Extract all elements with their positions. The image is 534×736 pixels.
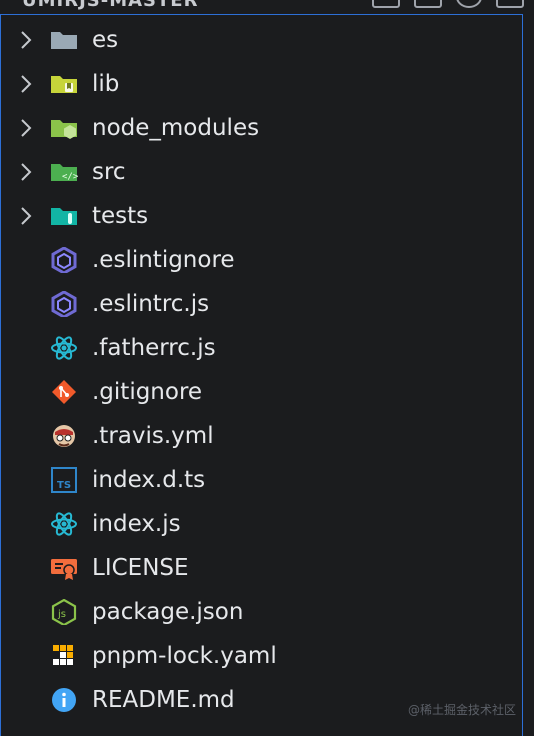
file-label: index.js (92, 511, 181, 537)
folder-lib-icon (49, 71, 79, 97)
folder-test-icon (49, 203, 79, 229)
chevron-right-icon[interactable] (17, 206, 35, 226)
file-row[interactable]: index.js (0, 502, 523, 546)
react-icon (49, 511, 79, 537)
folder-icon (49, 27, 79, 53)
file-explorer: UMIRJS-MASTER es lib node_modules </> src tes… (0, 0, 534, 736)
chevron-right-icon[interactable] (17, 162, 35, 182)
folder-row[interactable]: es (0, 18, 523, 62)
file-row[interactable]: .gitignore (0, 370, 523, 414)
info-icon (49, 687, 79, 713)
git-icon (49, 379, 79, 405)
eslint-icon (49, 246, 79, 275)
license-icon (49, 555, 79, 581)
file-row[interactable]: TS index.d.ts (0, 458, 523, 502)
workspace-title: UMIRJS-MASTER (22, 0, 199, 11)
svg-text:</>: </> (62, 172, 79, 182)
folder-src-icon: </> (49, 159, 79, 185)
svg-text:TS: TS (57, 480, 71, 491)
folder-row[interactable]: node_modules (0, 106, 523, 150)
file-row[interactable]: LICENSE (0, 546, 523, 590)
chevron-right-icon[interactable] (17, 30, 35, 50)
folder-label: node_modules (92, 115, 260, 141)
folder-label: es (92, 27, 119, 53)
folder-node-icon (49, 115, 79, 141)
react-icon (49, 335, 79, 361)
eslint-icon (49, 290, 79, 319)
new-file-icon[interactable] (372, 0, 400, 8)
file-label: LICENSE (92, 555, 189, 581)
file-row[interactable]: .eslintignore (0, 238, 523, 282)
collapse-all-icon[interactable] (496, 0, 524, 8)
pnpm-icon (49, 643, 79, 669)
folder-label: tests (92, 203, 149, 229)
file-label: index.d.ts (92, 467, 206, 493)
travis-icon (49, 423, 79, 449)
typescript-icon: TS (49, 467, 79, 493)
new-folder-icon[interactable] (414, 0, 442, 8)
file-row[interactable]: pnpm-lock.yaml (0, 634, 523, 678)
file-label: pnpm-lock.yaml (92, 643, 277, 669)
refresh-icon[interactable] (456, 0, 482, 8)
file-label: .eslintignore (92, 247, 235, 273)
file-row[interactable]: js package.json (0, 590, 523, 634)
file-label: .fatherrc.js (92, 335, 216, 361)
folder-label: src (92, 159, 126, 185)
file-label: .travis.yml (92, 423, 214, 449)
explorer-actions (372, 0, 524, 8)
file-row[interactable]: .travis.yml (0, 414, 523, 458)
file-label: README.md (92, 687, 235, 713)
chevron-right-icon[interactable] (17, 118, 35, 138)
file-label: .eslintrc.js (92, 291, 210, 317)
chevron-right-icon[interactable] (17, 74, 35, 94)
file-label: package.json (92, 599, 244, 625)
nodejs-icon: js (49, 598, 79, 627)
file-row[interactable]: .eslintrc.js (0, 282, 523, 326)
folder-row[interactable]: tests (0, 194, 523, 238)
folder-label: lib (92, 71, 120, 97)
file-label: .gitignore (92, 379, 203, 405)
watermark: @稀土掘金技术社区 (407, 703, 516, 717)
folder-row[interactable]: lib (0, 62, 523, 106)
folder-row[interactable]: </> src (0, 150, 523, 194)
file-tree: es lib node_modules </> src tests .eslintignor… (0, 18, 523, 722)
svg-text:js: js (57, 609, 66, 620)
file-row[interactable]: .fatherrc.js (0, 326, 523, 370)
